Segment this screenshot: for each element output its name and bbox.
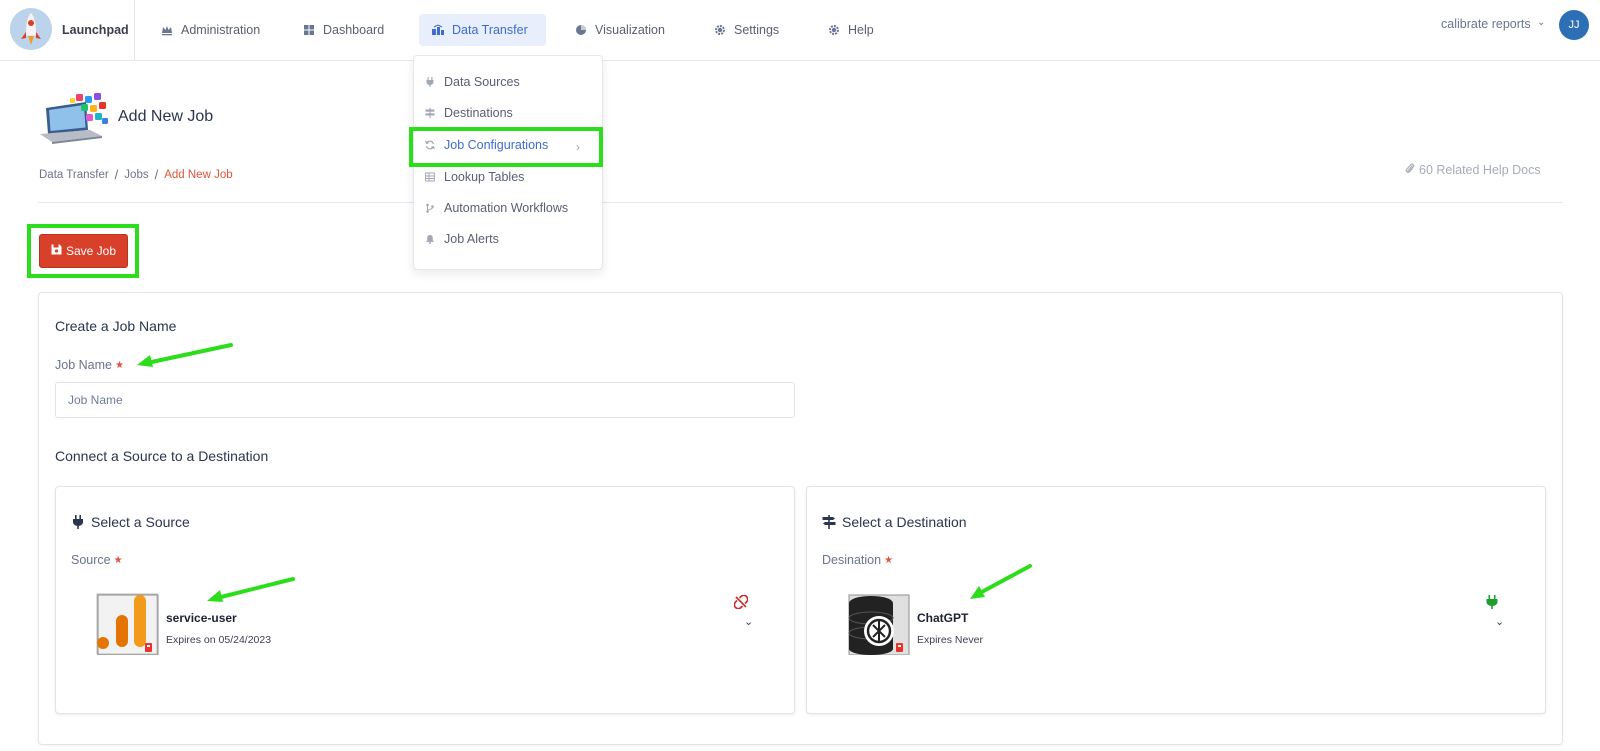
- destination-expiry: Expires Never: [917, 634, 983, 646]
- signpost-icon: [424, 107, 436, 119]
- rocket-logo-icon: [10, 8, 52, 50]
- dropdown-item-label: Job Alerts: [444, 232, 499, 246]
- breadcrumb-separator: /: [154, 167, 159, 182]
- save-job-button[interactable]: Save Job: [39, 234, 128, 268]
- destination-card: Select a Destination Desination ★ ChatGP…: [806, 486, 1546, 714]
- nav-item-dashboard[interactable]: Dashboard: [290, 14, 396, 46]
- connect-section-title: Connect a Source to a Destination: [55, 448, 269, 464]
- help-docs-link[interactable]: 60 Related Help Docs: [1405, 162, 1541, 178]
- annotation-arrow-icon: [970, 564, 1032, 599]
- help-docs-label: 60 Related Help Docs: [1419, 163, 1541, 177]
- brand-name: Launchpad: [62, 23, 129, 37]
- destination-card-title-text: Select a Destination: [842, 514, 967, 530]
- laptop-apps-illustration: [40, 92, 110, 144]
- save-job-label: Save Job: [65, 244, 117, 258]
- breadcrumb-jobs[interactable]: Jobs: [124, 169, 148, 181]
- source-label: Source ★: [71, 553, 123, 567]
- annotation-arrow-icon: [207, 577, 295, 602]
- source-card-title-text: Select a Source: [91, 514, 190, 530]
- pie-chart-icon: [574, 23, 588, 37]
- source-label-text: Source: [71, 553, 111, 567]
- crown-icon: [160, 23, 174, 37]
- floppy-disk-icon: [51, 244, 62, 258]
- nav-item-label: Data Transfer: [452, 23, 528, 37]
- chevron-down-icon[interactable]: ⌄: [1495, 615, 1504, 628]
- source-card-title: Select a Source: [71, 514, 190, 530]
- dropdown-item-label: Destinations: [444, 106, 513, 120]
- transfer-icon: [431, 23, 445, 37]
- job-name-input[interactable]: [55, 382, 795, 418]
- chatgpt-logo-icon[interactable]: [847, 591, 911, 656]
- plug-icon: [71, 515, 85, 529]
- highlight-outline: [409, 127, 603, 167]
- job-name-label: Job Name ★: [55, 358, 124, 372]
- data-transfer-dropdown: Data Sources Destinations Job Configurat…: [409, 55, 603, 270]
- paperclip-icon: [1405, 162, 1415, 178]
- destination-label-text: Desination: [822, 553, 882, 567]
- breadcrumb-separator: /: [114, 167, 119, 182]
- dropdown-item-label: Automation Workflows: [444, 201, 569, 215]
- nav-item-administration[interactable]: Administration: [148, 14, 272, 46]
- source-expiry: Expires on 05/24/2023: [166, 634, 272, 646]
- header-divider: [38, 202, 1563, 203]
- grid-icon: [302, 23, 316, 37]
- dropdown-item-destinations[interactable]: Destinations: [424, 103, 513, 123]
- dropdown-item-label: Data Sources: [444, 75, 520, 89]
- nav-item-help[interactable]: Help: [815, 14, 886, 46]
- dropdown-item-automation-workflows[interactable]: Automation Workflows: [424, 198, 568, 218]
- dropdown-item-job-alerts[interactable]: Job Alerts: [424, 229, 499, 249]
- source-card: Select a Source Source ★ service-user Ex…: [55, 486, 795, 714]
- annotation-arrow-icon: [137, 343, 233, 367]
- dropdown-item-label: Lookup Tables: [444, 170, 525, 184]
- source-name: service-user: [166, 611, 237, 625]
- signpost-icon: [822, 515, 836, 529]
- breadcrumb: Data Transfer / Jobs / Add New Job: [39, 167, 233, 182]
- job-name-section-title: Create a Job Name: [55, 318, 177, 334]
- gear-icon: [713, 23, 727, 37]
- required-star-icon: ★: [113, 554, 123, 566]
- broken-link-icon: [733, 594, 749, 610]
- nav-item-label: Administration: [181, 23, 261, 37]
- chevron-down-icon[interactable]: ⌄: [1537, 17, 1545, 28]
- brand[interactable]: Launchpad: [0, 0, 135, 61]
- chevron-down-icon[interactable]: ⌄: [744, 615, 753, 628]
- nav-item-label: Help: [848, 23, 874, 37]
- nav-item-label: Settings: [734, 23, 780, 37]
- table-icon: [424, 171, 436, 183]
- google-analytics-logo-icon[interactable]: [96, 591, 160, 656]
- required-star-icon: ★: [114, 359, 124, 371]
- nav-item-settings[interactable]: Settings: [701, 14, 791, 46]
- destination-label: Desination ★: [822, 553, 893, 567]
- page-title: Add New Job: [118, 108, 214, 125]
- gear-icon: [827, 23, 841, 37]
- branch-icon: [424, 202, 436, 214]
- job-name-label-text: Job Name: [55, 358, 112, 372]
- nav-item-data-transfer[interactable]: Data Transfer: [419, 14, 546, 46]
- top-navbar: Launchpad Administration Dashboard Data …: [0, 0, 1600, 61]
- plug-connected-icon: [1485, 595, 1499, 609]
- breadcrumb-current: Add New Job: [164, 168, 233, 181]
- nav-item-label: Dashboard: [323, 23, 385, 37]
- avatar[interactable]: JJ: [1559, 10, 1589, 40]
- required-star-icon: ★: [884, 554, 894, 566]
- bell-icon: [424, 233, 436, 245]
- dropdown-item-lookup-tables[interactable]: Lookup Tables: [424, 167, 524, 187]
- nav-item-label: Visualization: [595, 23, 665, 37]
- nav-item-visualization[interactable]: Visualization: [562, 14, 677, 46]
- dropdown-item-data-sources[interactable]: Data Sources: [424, 72, 520, 92]
- destination-card-title: Select a Destination: [822, 514, 967, 530]
- user-menu[interactable]: calibrate reports: [1441, 17, 1531, 31]
- destination-name: ChatGPT: [917, 611, 969, 625]
- plug-icon: [424, 76, 436, 88]
- breadcrumb-data-transfer[interactable]: Data Transfer: [39, 169, 109, 181]
